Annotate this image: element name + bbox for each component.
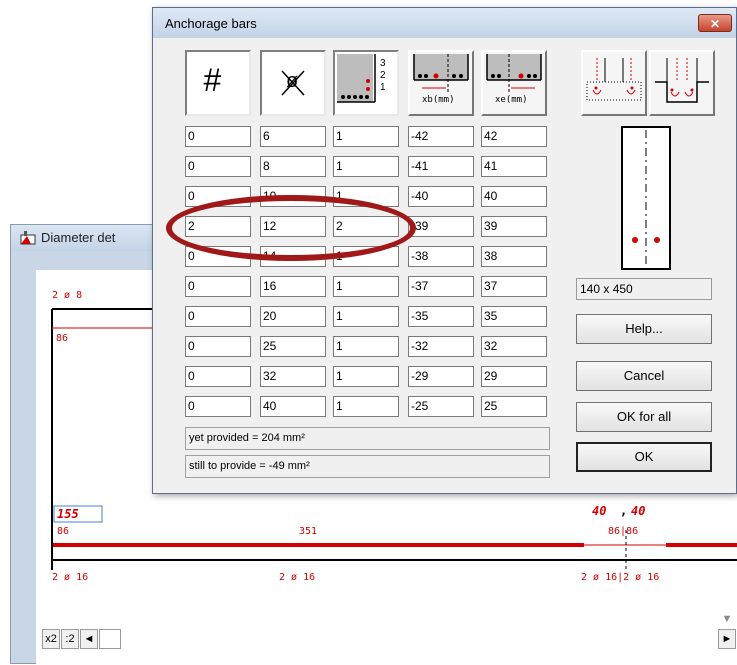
xb-header-label: xb(mm) [422,95,455,105]
layer-icon [337,54,376,103]
yet-provided-status: yet provided = 204 mm² [185,427,550,450]
xe-field[interactable]: 38 [481,246,547,267]
layer-header: 3 2 1 [333,50,399,116]
still-to-provide-status: still to provide = -49 mm² [185,455,550,478]
close-button[interactable]: ✕ [698,14,732,32]
xe-field[interactable]: 37 [481,276,547,297]
xb-field[interactable]: -40 [408,186,474,207]
background-window-title: Diameter det [41,230,116,245]
dialog-title: Anchorage bars [165,16,257,31]
xe-field[interactable]: 39 [481,216,547,237]
layer-field[interactable]: 1 [333,276,399,297]
xe-header-label: xe(mm) [495,95,528,105]
layer-digit-1: 1 [380,82,386,93]
zoom-x2-button[interactable]: x2 [42,629,60,649]
scroll-down-button[interactable]: ▼ [718,610,736,628]
xb-header-button[interactable]: xb(mm) [408,50,474,116]
cancel-button[interactable]: Cancel [576,361,712,391]
diameter-field[interactable]: 6 [260,126,326,147]
xb-field[interactable]: -37 [408,276,474,297]
horizontal-scrollbar[interactable] [99,629,121,649]
highlight-ellipse [166,195,416,261]
dialog-titlebar[interactable]: Anchorage bars ✕ [153,8,736,38]
count-field[interactable]: 0 [185,156,251,177]
diameter-field[interactable]: 20 [260,306,326,327]
xe-field[interactable]: 40 [481,186,547,207]
layer-field[interactable]: 1 [333,336,399,357]
anchorage-outward-button[interactable] [581,50,647,116]
xb-field[interactable]: -25 [408,396,474,417]
left-number: 86 [57,526,70,537]
count-field[interactable]: 0 [185,366,251,387]
xe-field[interactable]: 42 [481,126,547,147]
top-bar-label: 2 ø 8 [52,290,83,301]
right-top-right-number: 40 [631,504,646,518]
diameter-field[interactable]: 8 [260,156,326,177]
scroll-right-button[interactable]: ► [718,629,736,649]
xe-field[interactable]: 25 [481,396,547,417]
layer-field[interactable]: 1 [333,306,399,327]
count-field[interactable]: 0 [185,276,251,297]
xe-field[interactable]: 35 [481,306,547,327]
bottom-left-label: 2 ø 16 [52,572,89,583]
xb-field[interactable]: -41 [408,156,474,177]
xb-field[interactable]: -38 [408,246,474,267]
layer-digit-3: 3 [380,58,386,69]
middle-number: 351 [299,526,318,537]
diameter-field[interactable]: 25 [260,336,326,357]
anchorage-inward-button[interactable] [649,50,715,116]
count-header: # [185,50,251,116]
top-left-number: 86 [56,333,69,344]
right-top-left-number: 40 [592,504,607,518]
zoom-div2-button[interactable]: :2 [61,629,79,649]
layer-field[interactable]: 1 [333,156,399,177]
xe-field[interactable]: 32 [481,336,547,357]
bottom-middle-label: 2 ø 16 [279,572,316,583]
count-header-label: # [203,62,221,98]
xb-field[interactable]: -32 [408,336,474,357]
section-preview-drawing [632,130,660,266]
count-field[interactable]: 0 [185,306,251,327]
count-field[interactable]: 0 [185,336,251,357]
xb-field[interactable]: -29 [408,366,474,387]
bottom-right-label: 2 ø 16|2 ø 16 [581,572,660,583]
count-field[interactable]: 0 [185,126,251,147]
anchorage-inward-icon [655,58,709,103]
layer-digit-2: 2 [380,70,386,81]
app-icon [20,231,36,245]
xb-field[interactable]: -39 [408,216,474,237]
ok-button[interactable]: OK [576,442,712,472]
diameter-field[interactable]: 40 [260,396,326,417]
xe-header-button[interactable]: xe(mm) [481,50,547,116]
help-button[interactable]: Help... [576,314,712,344]
xe-field[interactable]: 41 [481,156,547,177]
diameter-field[interactable]: 16 [260,276,326,297]
layer-field[interactable]: 1 [333,366,399,387]
layer-field[interactable]: 1 [333,126,399,147]
diameter-symbol: ø [286,70,299,92]
section-size-display: 140 x 450 [576,278,712,300]
right-mid-numbers: 86|86 [608,526,639,537]
box-155-label: 155 [57,507,79,521]
layer-field[interactable]: 1 [333,396,399,417]
section-preview [621,126,671,270]
right-top-separator: , [620,504,628,518]
ok-for-all-button[interactable]: OK for all [576,402,712,432]
scroll-left-button[interactable]: ◄ [80,629,98,649]
count-field[interactable]: 0 [185,396,251,417]
xe-field[interactable]: 29 [481,366,547,387]
xb-field[interactable]: -42 [408,126,474,147]
diameter-field[interactable]: 32 [260,366,326,387]
diameter-header: ø [260,50,326,116]
xb-field[interactable]: -35 [408,306,474,327]
anchorage-outward-icon [586,58,642,101]
